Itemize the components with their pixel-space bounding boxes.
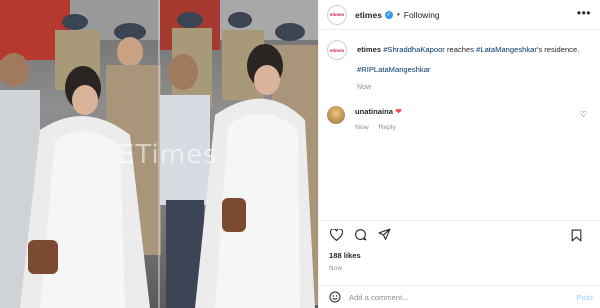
caption-text: etimes #ShraddhaKapoor reaches #LataMang… — [357, 40, 593, 80]
post-comment-button[interactable]: Post — [577, 293, 593, 302]
watermark: ETimes — [118, 140, 218, 170]
comment-timestamp: Now — [355, 124, 369, 131]
commenter-avatar[interactable] — [327, 106, 345, 124]
add-comment-bar: Post — [319, 285, 600, 308]
separator-dot: • — [396, 10, 400, 19]
verified-badge-icon: ✓ — [384, 10, 393, 19]
comment-line: unatinaina ❤ — [355, 106, 404, 118]
caption-avatar[interactable]: etimes — [327, 40, 347, 60]
caption-word: 's residence. — [536, 45, 580, 54]
account-avatar[interactable]: etimes — [327, 4, 347, 25]
bookmark-icon[interactable] — [569, 228, 583, 242]
reply-button[interactable]: Reply — [379, 124, 396, 131]
action-bar — [319, 220, 600, 248]
comment-item: unatinaina ❤ Now Reply ♡ — [327, 106, 593, 131]
caption-word: reaches — [446, 45, 474, 54]
hashtag-link[interactable]: #RIPLataMangeshkar — [357, 65, 430, 74]
red-heart-icon: ❤ — [395, 107, 402, 116]
more-options-icon[interactable]: ••• — [577, 7, 591, 19]
emoji-icon[interactable] — [329, 291, 341, 303]
hashtag-link[interactable]: #ShraddhaKapoor — [383, 45, 445, 54]
comment-like-icon[interactable]: ♡ — [580, 110, 587, 119]
caption-username[interactable]: etimes — [357, 45, 381, 54]
hashtag-link[interactable]: #LataMangeshkar — [476, 45, 537, 54]
comment-body: unatinaina ❤ Now Reply — [355, 106, 404, 131]
post-details-panel: etimes etimes ✓ • Following ••• etimes e… — [318, 0, 600, 308]
comment-input[interactable] — [349, 292, 549, 302]
like-count[interactable]: 188 likes — [329, 251, 361, 260]
avatar-logo-text: etimes — [329, 12, 345, 17]
instagram-post: ETimes etimes etimes ✓ • Following ••• e… — [0, 0, 600, 308]
post-photo[interactable]: ETimes — [0, 0, 318, 308]
comment-icon[interactable] — [353, 228, 367, 242]
comment-meta: Now Reply — [355, 124, 404, 131]
heart-outline-icon[interactable] — [329, 228, 343, 242]
share-icon[interactable] — [377, 228, 391, 242]
post-header: etimes etimes ✓ • Following ••• — [319, 0, 600, 30]
caption-timestamp: Now — [357, 84, 372, 91]
following-button[interactable]: Following — [404, 10, 440, 20]
post-caption: etimes etimes #ShraddhaKapoor reaches #L… — [327, 40, 593, 80]
post-timestamp: Now — [329, 265, 343, 272]
caption-avatar-logo-text: etimes — [329, 47, 345, 53]
account-username[interactable]: etimes — [355, 10, 382, 20]
commenter-username[interactable]: unatinaina — [355, 107, 393, 116]
